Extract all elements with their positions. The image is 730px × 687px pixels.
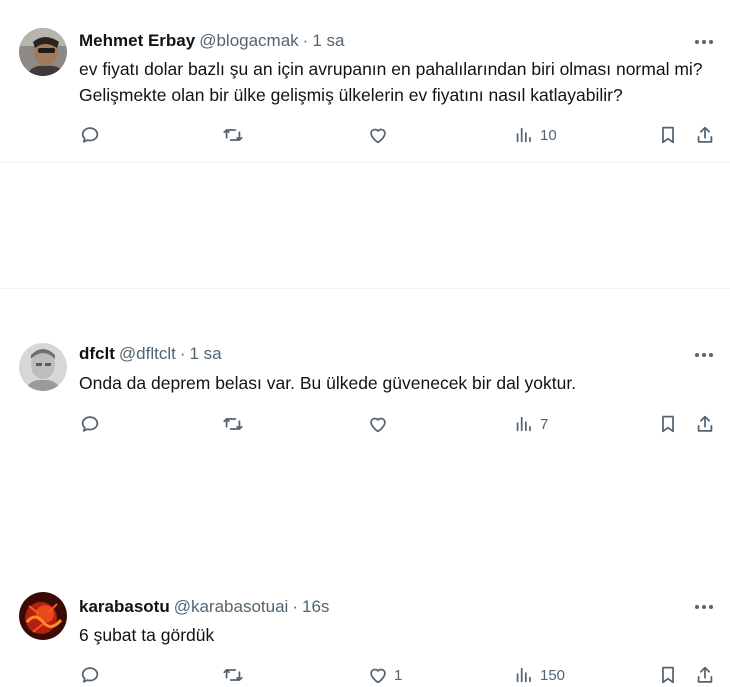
bookmark-button[interactable] <box>657 663 679 687</box>
tweet-text: 6 şubat ta gördük <box>79 625 215 645</box>
more-options-icon[interactable] <box>694 32 714 52</box>
display-name[interactable]: karabasotu <box>79 597 170 616</box>
share-icon <box>697 666 713 683</box>
like-button[interactable] <box>367 123 394 147</box>
view-count: 10 <box>540 126 557 144</box>
share-icon <box>697 126 713 143</box>
reply-icon <box>81 667 99 683</box>
views-button[interactable]: 10 <box>513 123 557 147</box>
share-button[interactable] <box>694 123 716 147</box>
separator-dot: · <box>302 31 309 50</box>
action-bar: 10 <box>0 123 730 147</box>
retweet-button[interactable] <box>222 663 244 687</box>
action-bar: 1 150 <box>0 663 730 687</box>
reply-button[interactable] <box>79 663 101 687</box>
retweet-icon <box>223 669 243 681</box>
views-icon <box>516 127 531 143</box>
reply-thread: Mehmet Erbay @blogacmak · 1 sa ev fiyatı do… <box>0 0 730 684</box>
tweet-text: ev fiyatı dolar bazlı şu an için avrupan… <box>79 59 703 105</box>
retweet-button[interactable] <box>222 123 244 147</box>
more-options-icon[interactable] <box>694 597 714 617</box>
tweet[interactable]: Mehmet Erbay @blogacmak · 1 sa ev fiyatı do… <box>0 0 730 163</box>
views-icon <box>516 667 531 683</box>
avatar[interactable] <box>19 592 67 640</box>
views-button[interactable]: 150 <box>513 663 565 687</box>
share-button[interactable] <box>694 663 716 687</box>
avatar[interactable] <box>19 28 67 76</box>
timestamp[interactable]: 1 sa <box>312 31 344 50</box>
username[interactable]: @karabasotuai <box>174 597 289 616</box>
like-button[interactable]: 1 <box>367 663 402 687</box>
reply-icon <box>81 127 99 143</box>
tweet[interactable]: dfclt @dfltclt · 1 sa Onda da deprem belası… <box>0 163 730 433</box>
retweet-icon <box>223 129 243 141</box>
heart-icon <box>370 668 386 684</box>
tweet-header: Mehmet Erbay @blogacmak · 1 sa <box>79 30 344 52</box>
tweet[interactable]: karabasotu @karabasotuai · 16s 6 şubat ta g… <box>0 289 730 684</box>
bookmark-button[interactable] <box>657 123 679 147</box>
like-count: 1 <box>394 666 403 684</box>
view-count: 150 <box>540 666 566 684</box>
display-name[interactable]: Mehmet Erbay <box>79 31 195 50</box>
bookmark-icon <box>662 126 674 144</box>
timestamp[interactable]: 16s <box>302 597 329 616</box>
separator-dot: · <box>292 597 298 616</box>
bookmark-icon <box>662 666 674 684</box>
reply-button[interactable] <box>79 123 101 147</box>
heart-icon <box>370 128 386 144</box>
username[interactable]: @blogacmak <box>199 31 298 50</box>
tweet-header: karabasotu @karabasotuai · 16s <box>79 596 329 618</box>
